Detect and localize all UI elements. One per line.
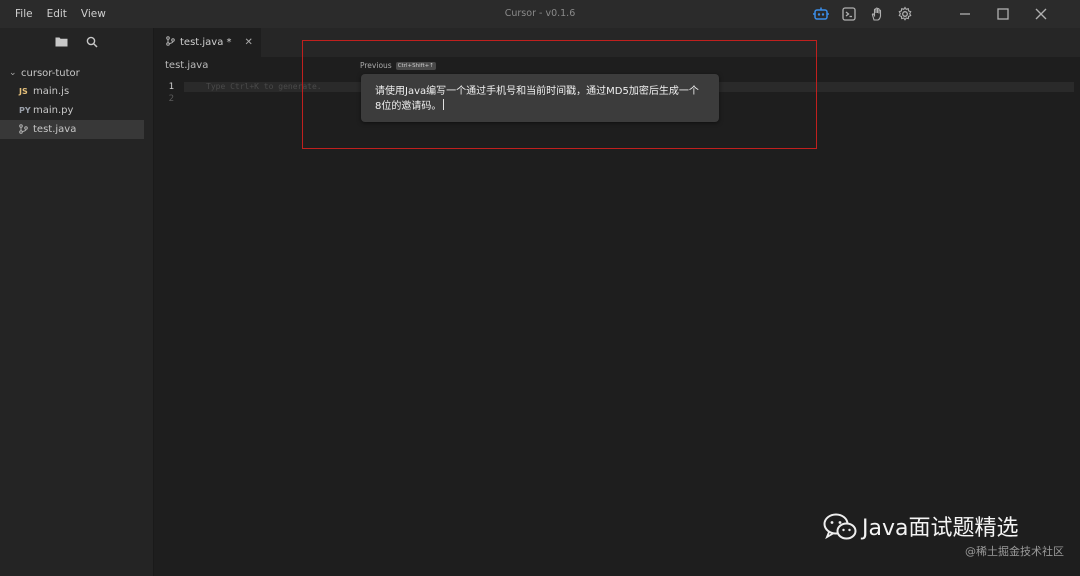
line-number: 1	[168, 82, 174, 92]
search-icon[interactable]	[86, 36, 98, 51]
tab-label: test.java *	[180, 37, 232, 48]
file-main-py[interactable]: PY main.py	[0, 101, 153, 120]
py-file-icon: PY	[19, 106, 31, 115]
annotation-highlight-box	[302, 40, 817, 149]
line-number: 2	[168, 94, 174, 104]
gear-icon[interactable]	[896, 5, 914, 23]
folder-icon[interactable]	[55, 36, 68, 50]
java-file-icon	[19, 123, 33, 136]
wechat-icon	[822, 512, 858, 545]
watermark: Java面试题精选 @稀土掘金技术社区	[804, 500, 1064, 560]
title-actions	[812, 0, 1052, 28]
file-explorer: ⌄ cursor-tutor JS main.js PY main.py tes…	[0, 28, 154, 576]
robot-icon[interactable]	[812, 5, 830, 23]
menu-edit[interactable]: Edit	[40, 8, 74, 20]
watermark-subtitle: @稀土掘金技术社区	[965, 545, 1064, 558]
close-window-icon[interactable]	[1030, 5, 1052, 23]
file-test-java[interactable]: test.java	[0, 120, 144, 139]
title-bar: File Edit View Cursor - v0.1.6	[0, 0, 1080, 28]
folder-label: cursor-tutor	[21, 67, 80, 79]
watermark-title: Java面试题精选	[862, 516, 1019, 541]
terminal-icon[interactable]	[840, 5, 858, 23]
folder-cursor-tutor[interactable]: ⌄ cursor-tutor	[0, 64, 153, 82]
tab-test-java[interactable]: test.java * ✕	[154, 28, 261, 57]
menu-file[interactable]: File	[8, 8, 40, 20]
file-label: main.py	[33, 105, 74, 116]
menu-view[interactable]: View	[74, 8, 113, 20]
java-file-icon	[166, 36, 175, 49]
sidebar-toolbar	[0, 28, 153, 58]
maximize-icon[interactable]	[992, 5, 1014, 23]
file-main-js[interactable]: JS main.js	[0, 82, 153, 101]
minimize-icon[interactable]	[954, 5, 976, 23]
file-label: test.java	[33, 124, 77, 135]
menu-bar: File Edit View	[8, 8, 113, 20]
file-label: main.js	[33, 86, 70, 97]
chevron-down-icon: ⌄	[9, 68, 17, 78]
hand-icon[interactable]	[868, 5, 886, 23]
js-file-icon: JS	[19, 87, 28, 96]
close-tab-icon[interactable]: ✕	[245, 37, 253, 48]
breadcrumb: test.java	[165, 60, 209, 71]
editor-area: test.java * ✕ test.java 1 2 Type Ctrl+K …	[154, 28, 1080, 576]
